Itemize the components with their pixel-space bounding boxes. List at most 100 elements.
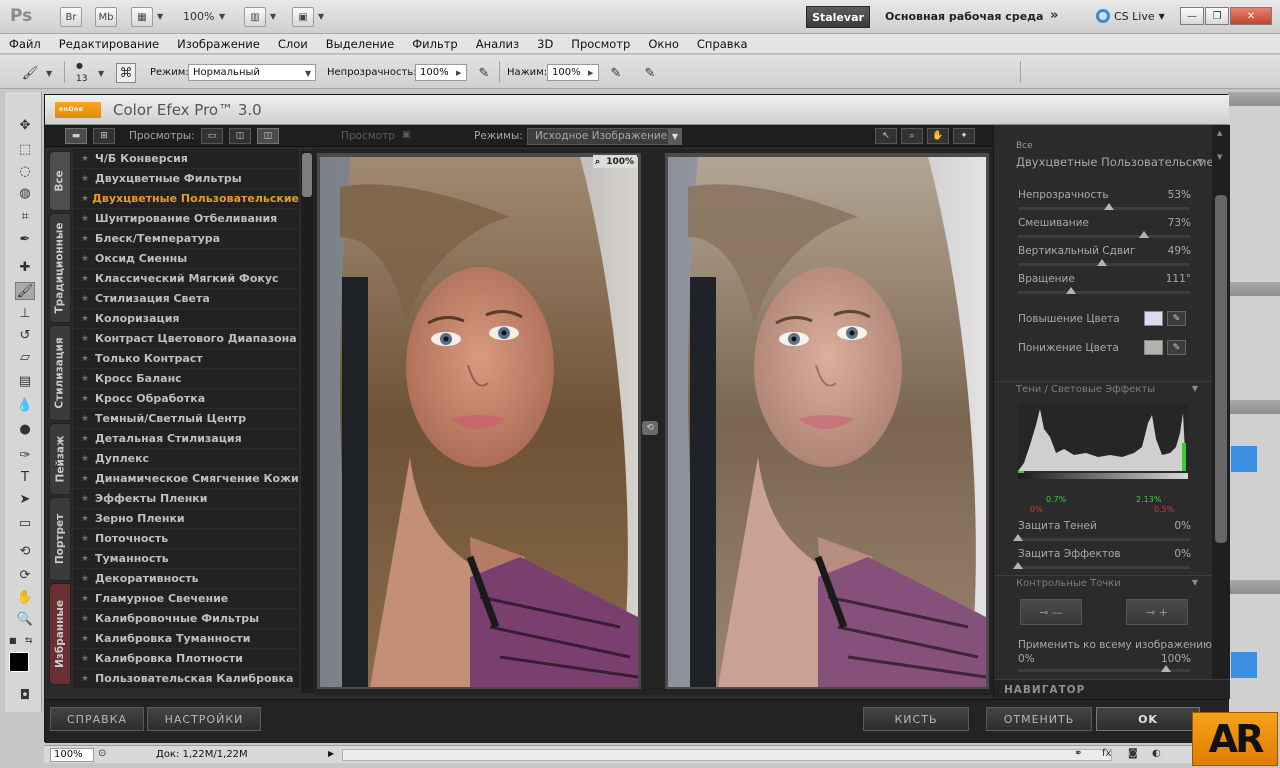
filter-item[interactable]: ★ Дуплекс <box>73 449 299 469</box>
chevron-down-icon[interactable]: ▼ <box>98 69 104 78</box>
navigator-section[interactable]: НАВИГАТОР <box>994 679 1230 699</box>
panel-header[interactable] <box>1229 282 1280 296</box>
favorite-star-icon[interactable]: ★ <box>81 194 92 204</box>
hand-tool-icon[interactable]: ✋ <box>15 588 35 606</box>
filter-item[interactable]: ★ Пользовательская Калибровка <box>73 669 299 689</box>
scrollbar-thumb[interactable] <box>1215 195 1227 543</box>
favorite-star-icon[interactable]: ★ <box>81 494 95 504</box>
minimize-button[interactable]: — <box>1180 7 1204 25</box>
side-by-side-preview-icon[interactable]: ◫ <box>257 128 279 144</box>
zoom-level[interactable]: 100% <box>183 10 214 23</box>
menu-image[interactable]: Изображение <box>177 37 260 51</box>
favorite-star-icon[interactable]: ★ <box>81 514 95 524</box>
favorite-star-icon[interactable]: ★ <box>81 634 95 644</box>
menu-analysis[interactable]: Анализ <box>476 37 519 51</box>
brush-panel-icon[interactable]: ⌘ <box>116 63 136 83</box>
scrollbar-thumb[interactable] <box>302 153 312 197</box>
favorite-star-icon[interactable]: ★ <box>81 174 95 184</box>
filter-item[interactable]: ★ Зерно Пленки <box>73 509 299 529</box>
3d-rotate-tool-icon[interactable]: ⟲ <box>15 542 35 560</box>
cancel-button[interactable]: ОТМЕНИТЬ <box>986 707 1092 731</box>
eraser-tool-icon[interactable]: ▱ <box>15 348 35 366</box>
color-picker-tool-icon[interactable]: ✦ <box>953 128 975 144</box>
filter-item[interactable]: ★ Калибровка Плотности <box>73 649 299 669</box>
pen-tool-icon[interactable]: ✑ <box>15 446 35 464</box>
horizontal-scrollbar[interactable] <box>342 749 1112 761</box>
menu-3d[interactable]: 3D <box>537 37 553 51</box>
mini-bridge-button[interactable]: Mb <box>95 7 117 27</box>
upper-color-swatch[interactable] <box>1144 311 1163 326</box>
favorite-star-icon[interactable]: ★ <box>81 294 95 304</box>
lasso-tool-icon[interactable]: ◌ <box>15 162 35 180</box>
menu-file[interactable]: Файл <box>9 37 41 51</box>
scroll-down-icon[interactable]: ▼ <box>1217 153 1222 161</box>
lower-color-swatch[interactable] <box>1144 340 1163 355</box>
favorite-star-icon[interactable]: ★ <box>81 474 95 484</box>
remove-control-point-button[interactable]: ⊸ — <box>1020 599 1082 625</box>
panel-header[interactable] <box>1229 92 1280 106</box>
ok-button[interactable]: OK <box>1096 707 1200 731</box>
filter-item[interactable]: ★ Динамическое Смягчение Кожи <box>73 469 299 489</box>
healing-brush-tool-icon[interactable]: ✚ <box>15 258 35 276</box>
blend-slider-thumb[interactable] <box>1138 231 1149 238</box>
bridge-button[interactable]: Br <box>60 7 82 27</box>
help-button[interactable]: СПРАВКА <box>50 707 144 731</box>
size-pressure-icon[interactable]: ✎ <box>640 63 660 83</box>
chevron-down-icon[interactable]: ▼ <box>157 12 163 21</box>
split-preview-icon[interactable]: ◫ <box>229 128 251 144</box>
type-tool-icon[interactable]: T <box>15 468 35 486</box>
rotation-slider-track[interactable] <box>1018 291 1190 294</box>
chevron-down-icon[interactable]: ▼ <box>46 69 52 78</box>
color-swatch[interactable] <box>1231 446 1257 472</box>
filter-item[interactable]: ★ Поточность <box>73 529 299 549</box>
workspace-user-button[interactable]: Stalevar <box>806 6 870 28</box>
favorite-star-icon[interactable]: ★ <box>81 434 95 444</box>
status-menu-arrow-icon[interactable]: ▶ <box>328 749 334 758</box>
path-selection-tool-icon[interactable]: ➤ <box>15 490 35 508</box>
3d-orbit-tool-icon[interactable]: ⟳ <box>15 566 35 584</box>
chevron-down-icon[interactable]: ▼ <box>668 128 682 145</box>
favorite-star-icon[interactable]: ★ <box>81 274 95 284</box>
favorite-star-icon[interactable]: ★ <box>81 654 95 664</box>
chevron-down-icon[interactable]: ▼ <box>305 69 311 78</box>
chevron-down-icon[interactable]: ▼ <box>219 12 225 21</box>
grid-view-icon[interactable]: ⊞ <box>93 128 115 144</box>
filter-item[interactable]: ★ Классический Мягкий Фокус <box>73 269 299 289</box>
modes-select[interactable]: Исходное Изображение <box>527 128 682 145</box>
chevron-down-icon[interactable]: ▼ <box>270 12 276 21</box>
scroll-up-icon[interactable]: ▲ <box>1217 129 1222 137</box>
shape-tool-icon[interactable]: ▭ <box>15 514 35 532</box>
maximize-button[interactable]: ❐ <box>1205 7 1229 25</box>
favorite-star-icon[interactable]: ★ <box>81 374 95 384</box>
menu-window[interactable]: Окно <box>648 37 679 51</box>
chevron-right-icon[interactable]: ▶ <box>588 69 593 77</box>
vertical-shift-slider-thumb[interactable] <box>1097 259 1108 266</box>
chevron-right-icon[interactable]: ▶ <box>456 69 461 77</box>
menu-filter[interactable]: Фильтр <box>412 37 458 51</box>
status-zoom-input[interactable]: 100% <box>50 748 94 762</box>
workspace-name[interactable]: Основная рабочая среда <box>885 10 1043 23</box>
crop-tool-icon[interactable]: ⌗ <box>15 207 35 225</box>
single-preview-icon[interactable]: ▭ <box>201 128 223 144</box>
shadows-highlights-section[interactable]: Тени / Световые Эффекты ▼ <box>994 381 1212 395</box>
filter-item[interactable]: ★ Калибровочные Фильтры <box>73 609 299 629</box>
favorite-star-icon[interactable]: ★ <box>81 574 95 584</box>
zoom-tool-icon[interactable]: 🔍 <box>15 610 35 628</box>
tab-portrait[interactable]: Портрет <box>49 497 71 581</box>
eyedropper-icon[interactable]: ✎ <box>1167 311 1186 326</box>
menu-view[interactable]: Просмотр <box>571 37 630 51</box>
favorite-star-icon[interactable]: ★ <box>81 314 95 324</box>
favorite-star-icon[interactable]: ★ <box>81 454 95 464</box>
layer-mask-icon[interactable]: ◙ <box>1128 748 1138 759</box>
blur-tool-icon[interactable]: 💧 <box>15 396 35 414</box>
favorite-star-icon[interactable]: ★ <box>81 614 95 624</box>
filter-item[interactable]: ★ Оксид Сиенны <box>73 249 299 269</box>
hand-tool-icon[interactable]: ✋ <box>927 128 949 144</box>
filter-item[interactable]: ★ Детальная Стилизация <box>73 429 299 449</box>
favorite-star-icon[interactable]: ★ <box>81 394 95 404</box>
brush-button[interactable]: КИСТЬ <box>863 707 969 731</box>
filter-item[interactable]: ★ Декоративность <box>73 569 299 589</box>
close-button[interactable]: ✕ <box>1230 7 1272 25</box>
filter-list-scrollbar[interactable] <box>301 151 313 693</box>
favorite-star-icon[interactable]: ★ <box>81 334 95 344</box>
